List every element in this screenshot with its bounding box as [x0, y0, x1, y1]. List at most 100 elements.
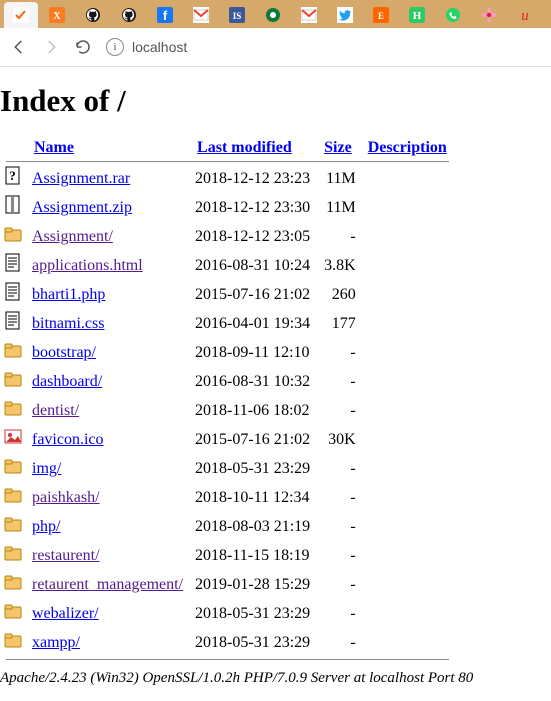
file-size: -	[316, 483, 360, 512]
folder-icon	[4, 398, 22, 418]
table-row: applications.html 2016-08-31 10:243.8K	[0, 251, 455, 280]
file-link[interactable]: img/	[32, 460, 61, 477]
file-modified: 2015-07-16 21:02	[189, 280, 316, 309]
file-link[interactable]: bharti1.php	[32, 286, 105, 303]
file-size: -	[316, 628, 360, 657]
image-icon	[4, 427, 22, 447]
browser-tab[interactable]	[112, 2, 146, 28]
file-modified: 2018-05-31 23:29	[189, 599, 316, 628]
server-signature: Apache/2.4.23 (Win32) OpenSSL/1.0.2h PHP…	[0, 670, 547, 687]
xampp-icon: X	[49, 7, 65, 23]
file-link[interactable]: php/	[32, 518, 60, 535]
folder-icon	[4, 572, 22, 592]
site-info-icon[interactable]: i	[106, 38, 124, 56]
file-modified: 2016-04-01 19:34	[189, 309, 316, 338]
table-header-row: Name Last modified Size Description	[0, 137, 455, 159]
file-link[interactable]: retaurent_management/	[32, 576, 183, 593]
browser-tab[interactable]	[436, 2, 470, 28]
folder-icon	[4, 630, 22, 650]
flower-icon	[481, 7, 497, 23]
browser-tab[interactable]: H	[400, 2, 434, 28]
page-content: Index of / Name Last modified Size Descr…	[0, 67, 551, 697]
address-bar[interactable]: i localhost	[106, 38, 187, 56]
svg-text:E: E	[378, 11, 384, 21]
file-size: -	[316, 570, 360, 599]
file-modified: 2018-12-12 23:23	[189, 164, 316, 193]
file-link[interactable]: Assignment.rar	[32, 170, 130, 187]
file-size: 11M	[316, 164, 360, 193]
svg-text:u: u	[521, 8, 529, 23]
file-link[interactable]: restaurent/	[32, 547, 100, 564]
folder-icon	[4, 456, 22, 476]
browser-tab[interactable]	[4, 2, 38, 28]
browser-tab[interactable]: f	[148, 2, 182, 28]
file-description	[360, 628, 455, 657]
browser-tab[interactable]: IS	[220, 2, 254, 28]
file-description	[360, 425, 455, 454]
file-link[interactable]: xampp/	[32, 634, 80, 651]
table-row: restaurent/2018-11-15 18:19-	[0, 541, 455, 570]
file-size: 3.8K	[316, 251, 360, 280]
text-icon	[4, 253, 22, 273]
unknown-icon	[4, 166, 22, 186]
file-description	[360, 570, 455, 599]
file-size: 260	[316, 280, 360, 309]
file-description	[360, 164, 455, 193]
back-button[interactable]	[10, 38, 28, 56]
browser-tab[interactable]	[184, 2, 218, 28]
file-size: -	[316, 599, 360, 628]
folder-icon	[4, 485, 22, 505]
file-modified: 2018-12-12 23:05	[189, 222, 316, 251]
file-link[interactable]: paishkash/	[32, 489, 100, 506]
file-description	[360, 512, 455, 541]
directory-listing-table: Name Last modified Size Description Assi…	[0, 137, 455, 662]
forward-button[interactable]	[42, 38, 60, 56]
url-text: localhost	[132, 39, 187, 55]
file-link[interactable]: dashboard/	[32, 373, 102, 390]
browser-tab[interactable]	[328, 2, 362, 28]
folder-icon	[4, 514, 22, 534]
file-link[interactable]: bootstrap/	[32, 344, 96, 361]
file-link[interactable]: favicon.ico	[32, 431, 104, 448]
folder-icon	[4, 224, 22, 244]
whatsapp-icon	[445, 7, 461, 23]
col-size[interactable]: Size	[324, 139, 352, 156]
browser-tab[interactable]	[292, 2, 326, 28]
folder-icon	[4, 543, 22, 563]
browser-tab[interactable]	[256, 2, 290, 28]
browser-tab[interactable]	[472, 2, 506, 28]
file-modified: 2018-11-06 18:02	[189, 396, 316, 425]
folder-icon	[4, 601, 22, 621]
svg-text:f: f	[163, 8, 168, 23]
folder-icon	[4, 340, 22, 360]
browser-tab[interactable]: E	[364, 2, 398, 28]
col-modified[interactable]: Last modified	[197, 139, 292, 156]
file-modified: 2015-07-16 21:02	[189, 425, 316, 454]
browser-tab[interactable]	[76, 2, 110, 28]
file-modified: 2016-08-31 10:24	[189, 251, 316, 280]
file-link[interactable]: webalizer/	[32, 605, 99, 622]
table-top-rule	[6, 161, 449, 162]
file-modified: 2018-08-03 21:19	[189, 512, 316, 541]
github-icon	[85, 7, 101, 23]
file-link[interactable]: dentist/	[32, 402, 79, 419]
table-row: php/2018-08-03 21:19-	[0, 512, 455, 541]
file-link[interactable]: Assignment/	[32, 228, 113, 245]
svg-text:X: X	[53, 11, 61, 22]
file-link[interactable]: Assignment.zip	[32, 199, 132, 216]
file-link[interactable]: bitnami.css	[32, 315, 104, 332]
file-size: -	[316, 222, 360, 251]
reload-button[interactable]	[74, 38, 92, 56]
facebook-icon: f	[157, 7, 173, 23]
col-description[interactable]: Description	[368, 139, 447, 156]
table-row: favicon.ico 2015-07-16 21:0230K	[0, 425, 455, 454]
browser-tab[interactable]: u	[508, 2, 542, 28]
table-row: img/2018-05-31 23:29-	[0, 454, 455, 483]
file-size: 30K	[316, 425, 360, 454]
browser-tab[interactable]: X	[40, 2, 74, 28]
file-link[interactable]: applications.html	[32, 257, 143, 274]
table-row: retaurent_management/2019-01-28 15:29-	[0, 570, 455, 599]
table-row: Assignment.rar 2018-12-12 23:2311M	[0, 164, 455, 193]
file-size: -	[316, 338, 360, 367]
col-name[interactable]: Name	[34, 139, 74, 156]
